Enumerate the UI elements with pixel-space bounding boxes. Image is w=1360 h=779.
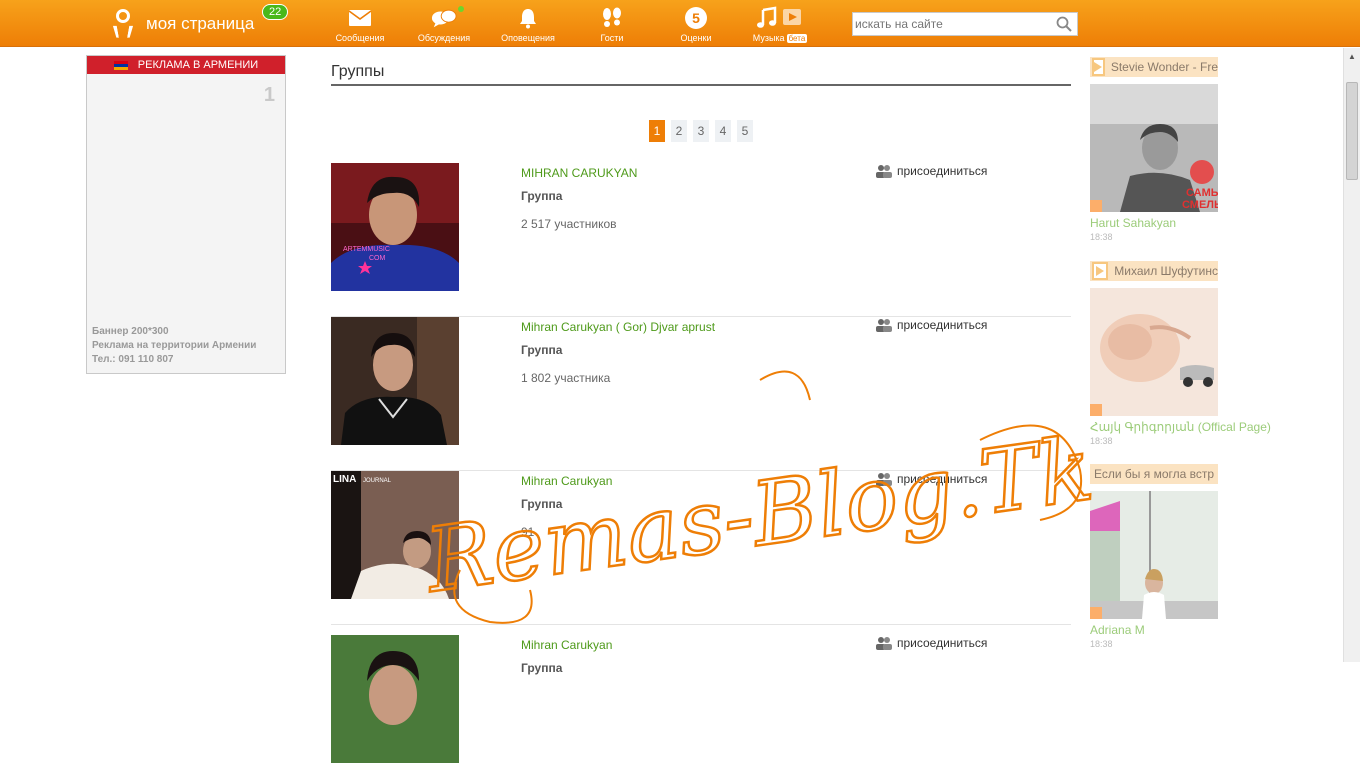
envelope-icon <box>347 6 373 30</box>
ad-banner[interactable]: РЕКЛАМА В АРМЕНИИ 1 Баннер 200*300 Рекла… <box>86 55 286 374</box>
nav-ratings-label: Оценки <box>680 33 712 43</box>
track-title-link[interactable]: Если бы я могла встр <box>1090 464 1218 484</box>
ad-contact-info: Баннер 200*300 Реклама на территории Арм… <box>92 326 257 365</box>
lina-journal-logo-text: LINA <box>333 474 356 485</box>
music-activity-item: Stevie Wonder - Fre САМЫЙ СМЕЛЫЙ Harut S… <box>1090 57 1220 242</box>
page-scrollbar[interactable]: ▲ <box>1343 48 1360 662</box>
nav-messages-label: Сообщения <box>335 33 385 43</box>
page-3-button[interactable]: 3 <box>693 120 709 142</box>
group-avatar-image[interactable] <box>331 635 459 763</box>
activity-time: 18:38 <box>1090 639 1113 649</box>
join-group-button[interactable]: присоединиться <box>876 164 987 178</box>
track-title-link[interactable]: Михаил Шуфутинс <box>1090 261 1218 281</box>
activity-time: 18:38 <box>1090 232 1113 242</box>
play-icon[interactable] <box>1092 58 1105 76</box>
group-name-link[interactable]: Mihran Carukyan <box>521 474 612 488</box>
nav-discussions[interactable]: Обсуждения <box>402 0 486 47</box>
brand-logo-text: СМЕЛЫЙ <box>1182 198 1218 211</box>
site-search <box>852 12 1078 36</box>
user-photo[interactable] <box>1090 491 1218 619</box>
group-type: Группа <box>521 497 563 511</box>
main-nav: Сообщения Обсуждения Оповещения Гости 5 <box>318 0 822 47</box>
search-icon[interactable] <box>1053 13 1075 35</box>
users-icon <box>876 165 892 178</box>
music-activity-item: Если бы я могла встр Adriana M 18:38 <box>1090 464 1220 649</box>
brand-logo-text: САМЫЙ <box>1186 186 1218 199</box>
group-avatar-image[interactable]: LINA JOURNAL <box>331 471 459 599</box>
shirt-print-text: COM <box>369 255 386 262</box>
play-icon[interactable] <box>1092 262 1109 280</box>
activity-time: 18:38 <box>1090 436 1113 446</box>
group-member-count: 2 517 участников <box>521 217 617 231</box>
groups-list: ARTEMMUSIC COM MIHRAN CARUKYAN Группа 2 … <box>331 163 1071 779</box>
ad-slot-number: 1 <box>263 84 275 106</box>
logo-link[interactable]: моя страница <box>112 6 254 42</box>
group-row: ARTEMMUSIC COM MIHRAN CARUKYAN Группа 2 … <box>331 163 1071 317</box>
group-row: LINA JOURNAL Mihran Carukyan Группа 91 п… <box>331 471 1071 625</box>
new-discussions-dot <box>458 6 464 12</box>
group-avatar-image[interactable] <box>331 317 459 445</box>
group-row: Mihran Carukyan Группа присоединиться <box>331 625 1071 779</box>
group-row: Mihran Carukyan ( Gor) Djvar aprust Груп… <box>331 317 1071 471</box>
user-photo[interactable] <box>1090 288 1218 416</box>
page-4-button[interactable]: 4 <box>715 120 731 142</box>
group-name-link[interactable]: Mihran Carukyan <box>521 638 612 652</box>
user-name-link[interactable]: Harut Sahakyan <box>1090 216 1220 230</box>
chat-bubbles-icon <box>431 6 457 30</box>
group-member-count: 1 802 участника <box>521 371 611 385</box>
footprints-icon <box>599 6 625 30</box>
group-name-link[interactable]: Mihran Carukyan ( Gor) Djvar aprust <box>521 320 715 334</box>
shirt-print-text: ARTEMMUSIC <box>343 246 390 253</box>
users-icon <box>876 637 892 650</box>
page-5-button[interactable]: 5 <box>737 120 753 142</box>
user-photo[interactable]: САМЫЙ СМЕЛЫЙ <box>1090 84 1218 212</box>
nav-guests-label: Гости <box>600 33 624 43</box>
groups-section: Группы 1 2 3 4 5 ARTEMMUSIC COM MIHRAN C… <box>331 55 1071 763</box>
nav-notifications-label: Оповещения <box>501 33 555 43</box>
group-type: Группа <box>521 343 563 357</box>
group-avatar-image[interactable]: ARTEMMUSIC COM <box>331 163 459 291</box>
odnoklassniki-logo-icon <box>112 7 134 41</box>
rating-five-icon: 5 <box>683 6 709 30</box>
page-1-button[interactable]: 1 <box>649 120 665 142</box>
nav-ratings[interactable]: 5 Оценки <box>654 0 738 47</box>
bell-icon <box>515 6 541 30</box>
nav-messages[interactable]: Сообщения <box>318 0 402 47</box>
music-note-icon <box>755 6 805 30</box>
scroll-up-arrow-icon[interactable]: ▲ <box>1344 48 1360 65</box>
ad-banner-header: РЕКЛАМА В АРМЕНИИ <box>87 56 285 74</box>
beta-badge: бета <box>786 34 808 43</box>
users-icon <box>876 319 892 332</box>
lina-journal-logo-text: JOURNAL <box>363 478 392 484</box>
svg-text:5: 5 <box>692 10 700 26</box>
group-type: Группа <box>521 189 563 203</box>
group-name-link[interactable]: MIHRAN CARUKYAN <box>521 166 637 180</box>
group-type: Группа <box>521 661 563 675</box>
user-name-link[interactable]: Հայկ Գրիգորյան (Offical Page) <box>1090 420 1271 434</box>
users-icon <box>876 473 892 486</box>
my-page-link[interactable]: моя страница <box>146 14 254 34</box>
page-2-button[interactable]: 2 <box>671 120 687 142</box>
join-group-button[interactable]: присоединиться <box>876 472 987 486</box>
nav-music-label: Музыка бета <box>752 33 808 43</box>
music-activity-item: Михаил Шуфутинс Հայկ Գրիգորյան (Offical … <box>1090 261 1271 446</box>
search-input[interactable] <box>853 14 1053 34</box>
user-name-link[interactable]: Adriana M <box>1090 623 1220 637</box>
pagination: 1 2 3 4 5 <box>649 120 753 142</box>
top-navigation-bar: моя страница 22 Сообщения Обсуждения Опо… <box>0 0 1360 47</box>
nav-discussions-label: Обсуждения <box>417 33 471 43</box>
scrollbar-thumb[interactable] <box>1346 82 1358 180</box>
armenia-flag-icon <box>113 60 128 70</box>
page-title: Группы <box>331 55 1071 86</box>
nav-guests[interactable]: Гости <box>570 0 654 47</box>
join-group-button[interactable]: присоединиться <box>876 636 987 650</box>
nav-music[interactable]: Музыка бета <box>738 0 822 47</box>
nav-notifications[interactable]: Оповещения <box>486 0 570 47</box>
track-title-link[interactable]: Stevie Wonder - Fre <box>1090 57 1218 77</box>
group-member-count: 91 <box>521 525 535 539</box>
join-group-button[interactable]: присоединиться <box>876 318 987 332</box>
notification-count-badge[interactable]: 22 <box>262 4 289 20</box>
